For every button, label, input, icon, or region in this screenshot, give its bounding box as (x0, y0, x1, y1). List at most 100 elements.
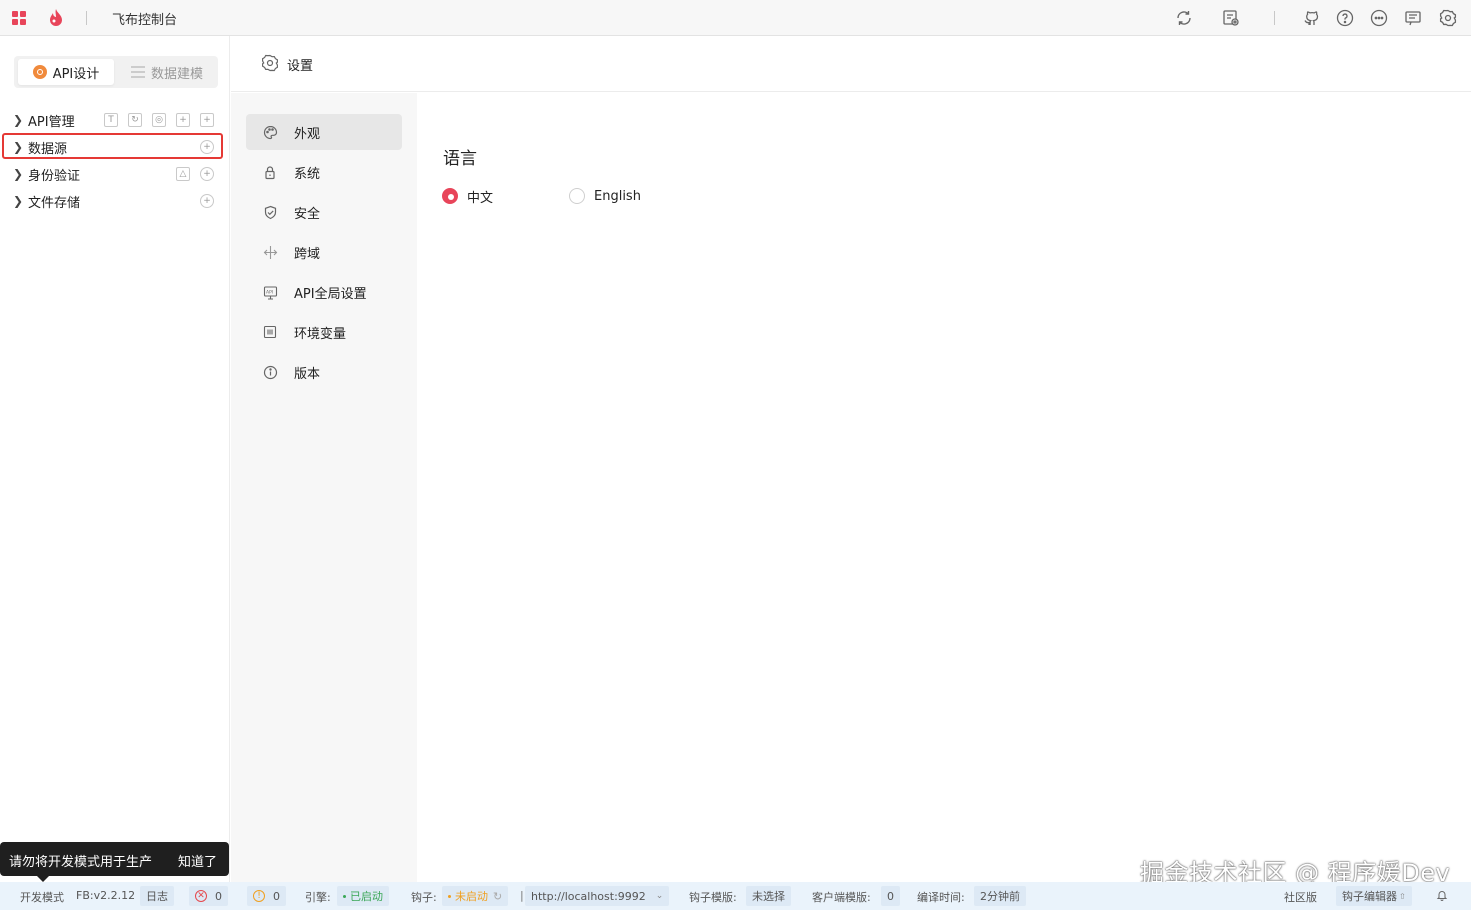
preview-doc-icon[interactable] (1221, 8, 1241, 28)
tab-label: 数据建模 (150, 66, 203, 82)
chevron-right-icon[interactable]: ❯ (13, 194, 23, 208)
compile-time-label: 编译时间: (917, 891, 965, 904)
hook-refresh-icon[interactable]: ↻ (493, 890, 502, 903)
message-board-icon[interactable] (1403, 8, 1423, 28)
help-icon[interactable] (1335, 8, 1355, 28)
status-dot-icon (343, 894, 346, 898)
api-design-icon (32, 65, 47, 79)
nav-label: 外观 (294, 127, 321, 142)
tab-api-design[interactable]: API设计 (18, 59, 114, 85)
github-icon[interactable] (1301, 8, 1321, 28)
bell-icon[interactable] (1436, 889, 1448, 901)
community-edition[interactable]: 社区版 (1284, 889, 1317, 905)
settings-content: 语言 中文 English (417, 93, 1471, 882)
warning-circle-icon: ! (253, 890, 265, 902)
dev-mode-tooltip: 请勿将开发模式用于生产 知道了 (0, 842, 229, 882)
add-folder-icon[interactable]: + (176, 113, 190, 127)
hook-separator: | (520, 889, 524, 902)
tooltip-ok-button[interactable]: 知道了 (178, 851, 217, 870)
nav-label: API全局设置 (294, 287, 367, 302)
status-log-button[interactable]: 日志 (140, 886, 174, 906)
client-template-text: 0 (887, 889, 894, 903)
hook-editor-text: 钩子编辑器 (1342, 890, 1397, 903)
client-template-value[interactable]: 0 (881, 886, 900, 906)
refresh-icon[interactable] (1174, 8, 1194, 28)
settings-nav-version[interactable]: 版本 (246, 354, 402, 390)
compile-time-text: 2分钟前 (980, 890, 1020, 903)
error-circle-icon: ✕ (195, 890, 207, 902)
nav-label: 系统 (294, 167, 321, 182)
api-icon: API (262, 284, 278, 300)
divider (1274, 11, 1275, 25)
settings-nav: 外观 系统 安全 跨域 API API全局设置 环境变量 版本 (231, 93, 417, 882)
external-link-icon: ⇧ (1399, 891, 1406, 901)
settings-nav-cors[interactable]: 跨域 (246, 234, 402, 270)
status-bar: 开发模式 FB:v2.2.12 日志 ✕ 0 ! 0 引擎: 已启动 钩子: 未… (0, 882, 1471, 910)
settings-nav-security[interactable]: 安全 (246, 194, 402, 230)
status-errors[interactable]: ✕ 0 (189, 886, 228, 906)
page-title: 设置 (287, 59, 314, 74)
nav-label: 版本 (294, 367, 321, 382)
settings-gear-icon[interactable] (1438, 8, 1458, 28)
nav-label: 环境变量 (294, 327, 347, 342)
settings-nav-api-global[interactable]: API API全局设置 (246, 274, 402, 310)
status-mode[interactable]: 开发模式 (20, 889, 64, 905)
panel-switcher: API设计 数据建模 (14, 56, 218, 88)
lock-icon (262, 164, 278, 180)
radio-label: 中文 (467, 190, 494, 206)
engine-label: 引擎: (305, 891, 331, 904)
warning-count: 0 (273, 889, 280, 903)
title-bar: 飞布控制台 (0, 0, 1471, 36)
language-option-english[interactable]: English (569, 187, 641, 205)
tab-data-modeling[interactable]: 数据建模 (120, 59, 214, 85)
refresh-small-icon[interactable]: ↻ (128, 113, 142, 127)
add-circle-icon[interactable]: + (200, 194, 214, 208)
hook-template-label: 钩子模版: (689, 891, 737, 904)
settings-icon (261, 54, 279, 72)
language-option-chinese[interactable]: 中文 (442, 187, 494, 206)
compile-time-value: 2分钟前 (974, 886, 1026, 906)
svg-text:API: API (266, 289, 273, 295)
settings-nav-system[interactable]: 系统 (246, 154, 402, 190)
chevron-right-icon[interactable]: ❯ (13, 167, 23, 181)
settings-nav-env-vars[interactable]: 环境变量 (246, 314, 402, 350)
view-icon[interactable]: ◎ (152, 113, 166, 127)
tree-item-file-storage[interactable]: ❯ 文件存储 + (0, 188, 228, 214)
nav-label: 跨域 (294, 247, 321, 262)
tab-label: API设计 (52, 66, 100, 82)
error-count: 0 (215, 889, 222, 903)
filter-icon[interactable]: T (104, 113, 118, 127)
radio-selected-icon[interactable] (442, 188, 458, 204)
tree-item-authentication[interactable]: ❯ 身份验证 △ + (0, 161, 228, 187)
engine-status[interactable]: 已启动 (337, 886, 389, 906)
left-panel: API设计 数据建模 ❯ API管理 T ↻ ◎ + + ❯ 数据源 + ❯ 身… (0, 36, 230, 882)
chat-icon[interactable] (1369, 8, 1389, 28)
add-circle-icon[interactable]: + (200, 167, 214, 181)
user-icon[interactable]: △ (176, 167, 190, 181)
client-template-label: 客户端模版: (812, 891, 871, 904)
status-warnings[interactable]: ! 0 (247, 886, 286, 906)
hook-status[interactable]: 未启动 ↻ (442, 886, 509, 906)
chevron-right-icon[interactable]: ❯ (13, 113, 23, 127)
hook-template-text: 未选择 (752, 890, 785, 903)
radio-unselected-icon[interactable] (569, 188, 585, 204)
nav-label: 安全 (294, 207, 321, 222)
hook-editor-button[interactable]: 钩子编辑器 ⇧ (1336, 886, 1412, 906)
hook-template-value[interactable]: 未选择 (746, 886, 791, 906)
apps-grid-icon[interactable] (11, 10, 27, 26)
app-window: 飞布控制台 API设计 数据建模 ❯ API管理 T ↻ ◎ + + ❯ 数据源… (0, 0, 1471, 910)
tree-item-api-management[interactable]: ❯ API管理 T ↻ ◎ + + (0, 107, 228, 133)
main-header: 设置 (231, 36, 1471, 92)
palette-icon (262, 124, 278, 140)
engine-status-text: 已启动 (350, 890, 383, 903)
tree-item-label: API管理 (28, 115, 75, 130)
hook-url: http://localhost:9992 (531, 889, 646, 903)
tree-item-label: 身份验证 (28, 169, 81, 184)
cross-domain-icon (262, 244, 278, 260)
add-icon[interactable]: + (200, 113, 214, 127)
language-section-title: 语言 (443, 149, 477, 169)
settings-nav-appearance[interactable]: 外观 (246, 114, 402, 150)
hook-url-select[interactable]: http://localhost:9992 ⌄ (525, 886, 670, 906)
list-icon (130, 66, 145, 78)
hook-status-text: 未启动 (455, 890, 488, 903)
